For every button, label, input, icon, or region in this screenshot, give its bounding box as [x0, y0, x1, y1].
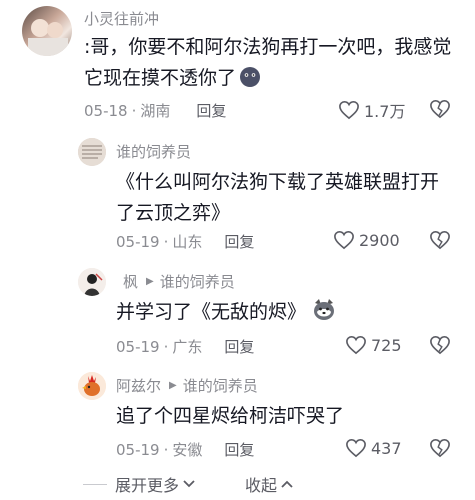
like-button[interactable]: 1.7万: [338, 98, 405, 122]
like-button[interactable]: 725: [345, 335, 402, 355]
reply-arrow-icon: ▶: [169, 380, 177, 391]
reply-button[interactable]: 回复: [224, 439, 254, 460]
avatar-image: [78, 372, 106, 400]
broken-heart-icon[interactable]: [429, 335, 451, 355]
username-row: 枫 ▶ 谁的饲养员: [123, 271, 235, 292]
username[interactable]: 小灵往前冲: [84, 8, 159, 29]
meta-separator: ·: [131, 101, 137, 120]
reply-arrow-icon: ▶: [146, 276, 154, 287]
comment-text-line: 并学习了《无敌的烬》: [116, 301, 307, 323]
meta-separator: ·: [163, 440, 169, 459]
username[interactable]: 阿兹尔: [116, 375, 161, 396]
username-row: 阿兹尔 ▶ 谁的饲养员: [116, 375, 258, 396]
comment-text: 并学习了《无敌的烬》: [116, 297, 466, 328]
avatar[interactable]: [78, 268, 106, 296]
meta-separator: ·: [163, 337, 169, 356]
avatar[interactable]: [78, 138, 106, 166]
comment-text-line: 《什么叫阿尔法狗下载了英雄联盟打开: [116, 171, 440, 193]
comment-location: 安徽: [172, 441, 203, 459]
meta-separator: ·: [163, 232, 169, 251]
avatar-image: [28, 19, 68, 56]
heart-icon: [334, 230, 354, 250]
comment-location: 山东: [172, 233, 203, 251]
heart-icon: [346, 335, 366, 355]
comment-text-line: 它现在摸不透你了: [84, 67, 237, 89]
collapse-label: 收起: [245, 476, 278, 495]
comment-date: 05-19: [116, 440, 160, 459]
broken-heart-icon[interactable]: [429, 438, 451, 458]
heart-icon: [346, 438, 366, 458]
avatar[interactable]: [22, 6, 72, 56]
comment-text-line: 追了个四星烬给柯洁吓哭了: [116, 405, 345, 427]
like-count: 437: [371, 438, 402, 458]
comment-text-line-2: 它现在摸不透你了: [84, 63, 464, 94]
comment-date: 05-19: [116, 232, 160, 251]
comment-text-line-row: 并学习了《无敌的烬》: [116, 297, 466, 328]
expand-more-button[interactable]: 展开更多: [83, 472, 196, 496]
like-count: 1.7万: [364, 102, 406, 121]
avatar-image: [78, 138, 106, 166]
comment-text: :哥，你要不和阿尔法狗再打一次吧，我感觉 它现在摸不透你了: [84, 32, 464, 94]
like-button[interactable]: 2900: [333, 230, 400, 250]
chevron-up-icon: [281, 480, 293, 488]
like-count: 725: [371, 335, 402, 355]
username[interactable]: 谁的饲养员: [116, 141, 191, 162]
comment-meta: 05-19 · 广东 回复: [116, 336, 254, 357]
broken-heart-icon[interactable]: [429, 230, 451, 250]
collapse-button[interactable]: 收起: [245, 472, 294, 496]
comment-meta: 05-19 · 山东 回复: [116, 231, 254, 252]
comment-date: 05-19: [116, 337, 160, 356]
reply-button[interactable]: 回复: [224, 336, 254, 357]
husky-emoji-icon: [314, 299, 335, 320]
like-button[interactable]: 437: [345, 438, 402, 458]
username[interactable]: 枫: [123, 271, 138, 292]
comment-meta: 05-19 · 安徽 回复: [116, 439, 254, 460]
reply-to-username[interactable]: 谁的饲养员: [160, 271, 235, 292]
comment-text-line: 了云顶之弈》: [116, 202, 231, 224]
comment-text: 《什么叫阿尔法狗下载了英雄联盟打开 了云顶之弈》: [116, 167, 466, 229]
comment-location: 广东: [172, 338, 203, 356]
chevron-down-icon: [183, 480, 195, 488]
avatar-image: [78, 268, 106, 296]
broken-heart-icon[interactable]: [429, 99, 451, 119]
like-count: 2900: [359, 230, 400, 250]
reply-button[interactable]: 回复: [196, 100, 226, 121]
expand-more-label: 展开更多: [115, 476, 180, 495]
footer-divider: [83, 483, 107, 485]
comment-text: 追了个四星烬给柯洁吓哭了: [116, 401, 466, 432]
comment-date: 05-18: [84, 101, 128, 120]
comment-location: 湖南: [140, 102, 171, 120]
heart-icon: [339, 100, 359, 120]
comment-text-line: :哥，你要不和阿尔法狗再打一次吧，我感觉: [84, 36, 452, 58]
reply-button[interactable]: 回复: [224, 231, 254, 252]
comment-meta: 05-18 · 湖南 回复: [84, 100, 226, 121]
reply-to-username[interactable]: 谁的饲养员: [183, 375, 258, 396]
avatar[interactable]: [78, 372, 106, 400]
emoji-icon: [240, 67, 261, 87]
